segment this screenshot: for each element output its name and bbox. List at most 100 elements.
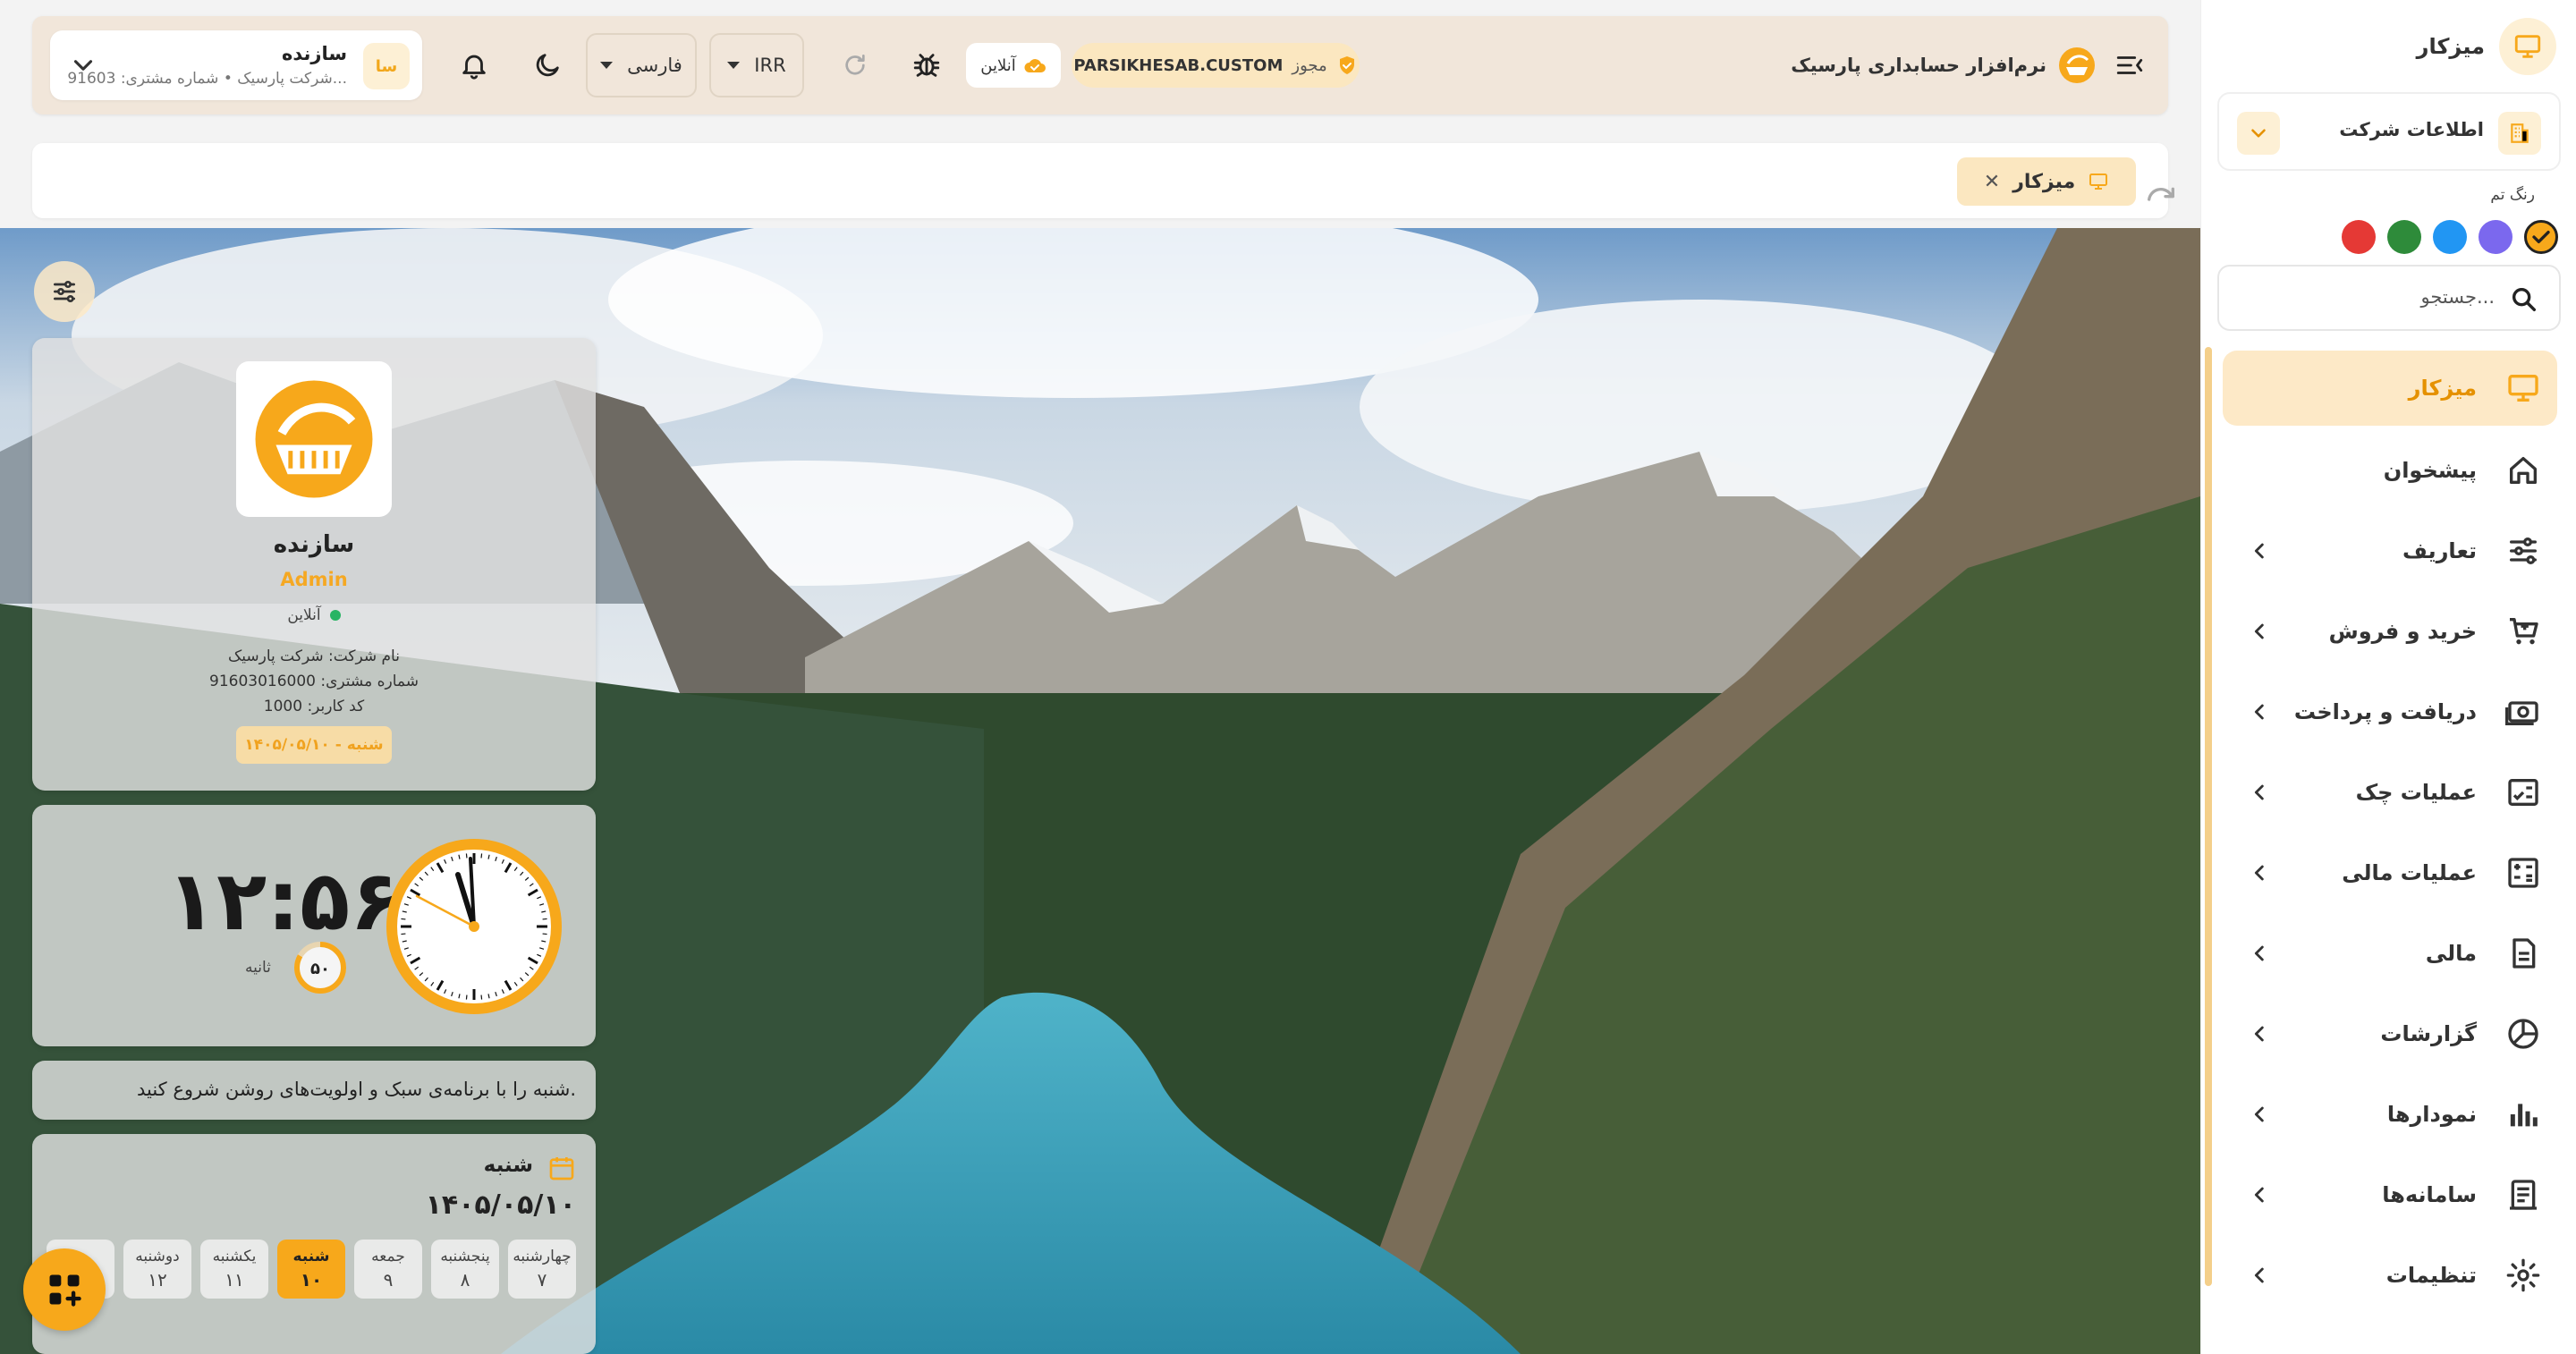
- day-number: ۱۱: [225, 1269, 244, 1291]
- online-status: آنلاین: [966, 43, 1061, 88]
- sidebar-item[interactable]: تنظیمات: [2223, 1238, 2557, 1313]
- calendar-widget: شنبه ۱۴۰۵/۰۵/۱۰ چهارشنبه ۷ پنجشنبه ۸ جمعه ۹ شن…: [32, 1134, 596, 1354]
- sidebar-item[interactable]: میزکار: [2223, 351, 2557, 426]
- profile-card: سازنده Admin آنلاین نام شرکت: شرکت پارسی…: [32, 338, 596, 791]
- sidebar-item[interactable]: سامانه‌ها: [2223, 1157, 2557, 1232]
- analog-clock: [386, 839, 562, 1014]
- digital-time: ۱۲:۵۶: [166, 853, 401, 949]
- widget-settings-button[interactable]: [34, 261, 95, 322]
- theme-swatch[interactable]: [2524, 220, 2558, 254]
- sidebar-item-label: عملیات چک: [2355, 780, 2477, 805]
- theme-swatch[interactable]: [2387, 220, 2421, 254]
- chevron-left-icon: [2254, 865, 2264, 881]
- quote-widget: شنبه را با برنامه‌ی سبک و اولویت‌های روش…: [32, 1061, 596, 1120]
- chevron-left-icon: [2254, 623, 2264, 639]
- language-value: فارسی: [627, 55, 682, 76]
- calendar-day-cell[interactable]: جمعه ۹: [354, 1240, 422, 1299]
- grid-add-icon: [49, 1274, 81, 1307]
- day-name: چهارشنبه: [513, 1248, 572, 1265]
- company-logo: [236, 361, 392, 517]
- calendar-day-cell[interactable]: دوشنبه ۱۲: [123, 1240, 191, 1299]
- bar-chart-icon: [2510, 1104, 2538, 1127]
- dropdown-arrow-icon: [727, 62, 741, 69]
- calendar-date: ۱۴۰۵/۰۵/۱۰: [425, 1189, 576, 1221]
- sidebar-item-label: خرید و فروش: [2328, 619, 2477, 644]
- calendar-day-name: شنبه: [483, 1154, 533, 1177]
- currency-value: IRR: [754, 55, 786, 76]
- sidebar-header: میزکار: [2417, 18, 2556, 75]
- chevron-left-icon: [2254, 945, 2264, 961]
- sidebar-item[interactable]: عملیات مالی: [2223, 835, 2557, 910]
- monitor-icon: [2499, 18, 2556, 75]
- clock-tick: [480, 853, 483, 859]
- theme-swatch[interactable]: [2342, 220, 2376, 254]
- menu-toggle-button[interactable]: [2109, 45, 2150, 86]
- sliders-icon: [54, 281, 75, 302]
- search-icon: [2512, 287, 2537, 312]
- day-number: ۱۲: [148, 1269, 167, 1291]
- theme-swatch[interactable]: [2433, 220, 2467, 254]
- chevron-left-icon: [2254, 1026, 2264, 1042]
- sidebar-item[interactable]: دریافت و پرداخت: [2223, 674, 2557, 749]
- clock-tick: [465, 994, 468, 1000]
- dark-mode-toggle[interactable]: [522, 40, 572, 90]
- refresh-button[interactable]: [830, 40, 880, 90]
- sidebar-scrollbar[interactable]: [2205, 347, 2212, 1286]
- sidebar-item-label: تنظیمات: [2385, 1263, 2477, 1288]
- add-widget-button[interactable]: [23, 1248, 106, 1331]
- sidebar-item-label: مالی: [2425, 941, 2477, 966]
- sidebar-item[interactable]: عملیات چک: [2223, 755, 2557, 830]
- redo-icon[interactable]: [2143, 177, 2179, 213]
- sliders-icon: [2510, 537, 2537, 564]
- chevron-down-icon: [2237, 112, 2280, 155]
- top-header: سازنده شرکت پارسیک • شماره مشتری: 91603.…: [32, 16, 2168, 114]
- debug-button[interactable]: [902, 40, 952, 90]
- day-name: دوشنبه: [135, 1248, 180, 1265]
- sidebar-title: میزکار: [2416, 34, 2485, 59]
- calculator-icon: [2508, 858, 2538, 888]
- company-info-dropdown[interactable]: اطلاعات شرکت: [2217, 92, 2561, 171]
- moon-icon: [536, 54, 559, 77]
- sidebar-item-label: دریافت و پرداخت: [2293, 699, 2477, 724]
- notifications-button[interactable]: [449, 40, 499, 90]
- sidebar-item-label: میزکار: [2408, 376, 2477, 401]
- day-name: شنبه: [292, 1248, 330, 1265]
- profile-date-badge: شنبه - ۱۴۰۵/۰۵/۱۰: [236, 726, 392, 764]
- calendar-day-cell[interactable]: پنجشنبه ۸: [431, 1240, 499, 1299]
- tab-dashboard[interactable]: ✕ میزکار: [1957, 157, 2174, 206]
- calendar-day-cell[interactable]: شنبه ۱۰: [277, 1240, 345, 1299]
- close-icon[interactable]: ✕: [1984, 171, 2000, 193]
- sidebar-search-input[interactable]: جستجو...: [2217, 265, 2561, 331]
- sidebar-item[interactable]: تعاریف: [2223, 513, 2557, 588]
- sidebar-item[interactable]: نمودارها: [2223, 1077, 2557, 1152]
- calendar-day-cell[interactable]: چهارشنبه ۷: [508, 1240, 576, 1299]
- monitor-icon: [2089, 173, 2108, 190]
- day-number: ۱۰: [300, 1269, 323, 1291]
- seconds-label: ثانیه: [245, 959, 271, 977]
- monitor-icon: [2508, 375, 2538, 402]
- profile-role: Admin: [280, 569, 348, 590]
- status-text: آنلاین: [287, 606, 321, 624]
- sidebar: میزکار اطلاعات شرکت رنگ تم جستجو... میزک…: [2200, 0, 2576, 1354]
- theme-swatch[interactable]: [2479, 220, 2512, 254]
- cloud-check-icon: [1024, 59, 1046, 72]
- language-select[interactable]: فارسی: [586, 33, 697, 97]
- sidebar-item[interactable]: خرید و فروش: [2223, 594, 2557, 669]
- seconds-ring: ۵۰: [294, 942, 346, 994]
- calendar-day-cell[interactable]: یکشنبه ۱۱: [200, 1240, 268, 1299]
- customer-line: شماره مشتری: 91603016000: [209, 673, 419, 690]
- usercode-line: کد کاربر: 1000: [263, 698, 365, 715]
- avatar: سا: [363, 43, 410, 89]
- user-subtitle: شرکت پارسیک • شماره مشتری: 91603...: [67, 70, 347, 88]
- user-name: سازنده: [281, 43, 347, 64]
- currency-select[interactable]: IRR: [709, 33, 804, 97]
- sidebar-item[interactable]: مالی: [2223, 916, 2557, 991]
- quote-text: شنبه را با برنامه‌ی سبک و اولویت‌های روش…: [136, 1079, 576, 1100]
- license-badge: PARSIKHESAB.CUSTOM مجوز: [1072, 43, 1360, 88]
- user-menu[interactable]: سازنده شرکت پارسیک • شماره مشتری: 91603.…: [50, 30, 422, 100]
- sidebar-item[interactable]: گزارشات: [2223, 996, 2557, 1071]
- license-value: PARSIKHESAB.CUSTOM: [1073, 55, 1284, 75]
- online-label: آنلاین: [980, 55, 1016, 75]
- cash-icon: [2505, 701, 2538, 725]
- sidebar-item[interactable]: پیشخوان: [2223, 433, 2557, 508]
